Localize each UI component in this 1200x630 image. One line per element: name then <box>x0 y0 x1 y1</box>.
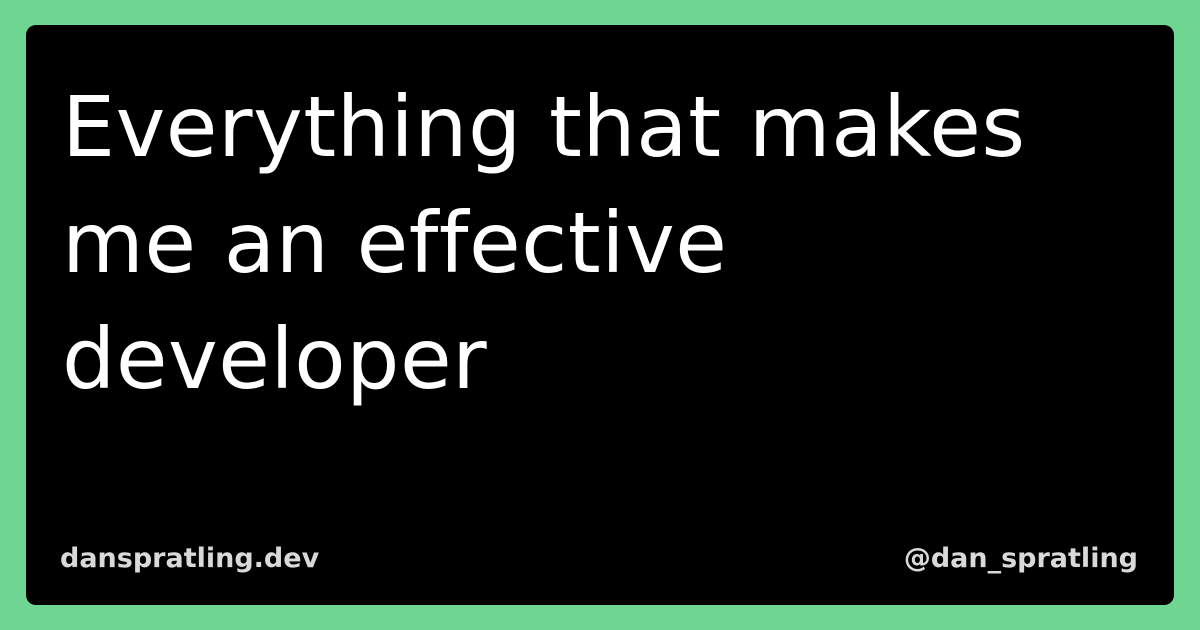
social-card: Everything that makes me an effective de… <box>26 25 1174 605</box>
site-domain: danspratling.dev <box>60 543 320 574</box>
card-title: Everything that makes me an effective de… <box>62 78 1026 408</box>
social-handle: @dan_spratling <box>903 543 1138 574</box>
